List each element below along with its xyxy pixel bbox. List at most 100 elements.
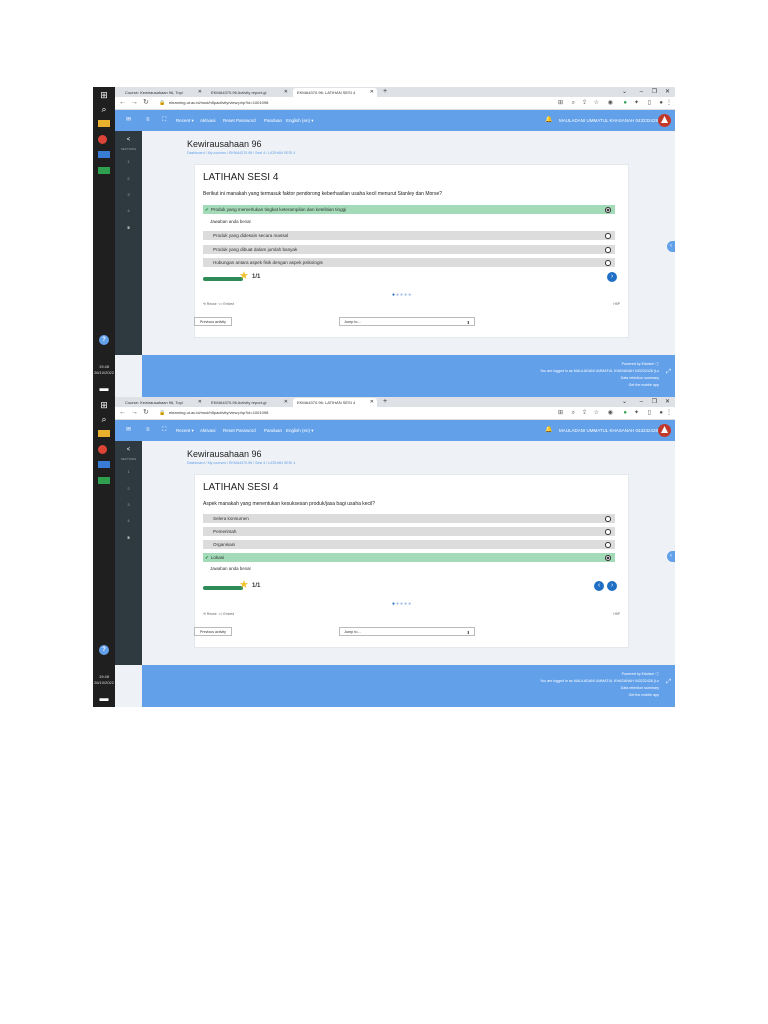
nav-recent[interactable]: Recent ▾ [176, 420, 194, 441]
back-icon[interactable]: ← [119, 98, 126, 108]
drawer-item-4[interactable]: 4 [115, 518, 142, 523]
bookmark-star-icon[interactable]: ☆ [594, 408, 599, 418]
expand-icon[interactable]: ⤢ [666, 679, 671, 686]
maximize-button[interactable]: ❐ [652, 87, 657, 97]
close-button[interactable]: ✕ [665, 87, 670, 97]
answer-option[interactable]: Hubungan antara aspek fisik dengan aspek… [203, 258, 615, 267]
profile-icon[interactable]: ● [659, 408, 663, 418]
drawer-item-2[interactable]: 2 [115, 486, 142, 491]
drawer-item-5[interactable]: 5 [115, 225, 142, 230]
dropdown-icon[interactable]: ⌄ [622, 397, 627, 407]
tab-latihan[interactable]: EKMA4370.96: LATIHAN SESI 4 ✕ [293, 398, 377, 407]
extension-icon[interactable]: ◉ [608, 408, 613, 418]
tab-activity-report[interactable]: EKMA4370.96 Activity report-gi ✕ [207, 88, 291, 97]
notification-bell-icon[interactable]: 🔔 [545, 110, 552, 131]
translate-icon[interactable]: ⊞ [558, 98, 563, 108]
sidepanel-icon[interactable]: ▯ [648, 408, 651, 418]
answer-option[interactable]: Pemerintah [203, 527, 615, 536]
nav-guide[interactable]: Panduan [264, 420, 282, 441]
nav-language[interactable]: English (en) ▾ [286, 420, 314, 441]
hamburger-icon[interactable]: ≡ [146, 110, 150, 131]
user-name[interactable]: MAULADANI UMMATUL KHASANAH 043232428 [559, 420, 658, 441]
breadcrumb[interactable]: Dashboard / My courses / EKMA4370.96 / S… [187, 151, 295, 155]
data-retention-link[interactable]: Data retention summary [621, 686, 659, 690]
url-input[interactable]: elearning.ut.ac.id/mod/h5pactivity/view.… [169, 99, 469, 107]
app-icon[interactable] [98, 151, 110, 158]
nav-activity[interactable]: Aktivasi [200, 420, 216, 441]
drawer-toggle-button[interactable]: ‹ [667, 241, 675, 252]
nav-reset-password[interactable]: Reset Password [223, 110, 256, 131]
notification-icon[interactable]: ▬ [98, 383, 110, 393]
slide-dots[interactable]: ●●●●● [392, 601, 412, 607]
search-icon[interactable]: ⌕ [98, 104, 110, 114]
answer-option[interactable]: Organisasi [203, 540, 615, 549]
drawer-item-1[interactable]: 1 [115, 159, 142, 164]
drawer-close-button[interactable]: < [115, 137, 142, 143]
answer-option[interactable]: Produk yang didesain secara massal [203, 231, 615, 240]
jump-to-select[interactable]: Jump to... ⬍ [339, 317, 475, 326]
puzzle-icon[interactable]: ✦ [634, 98, 639, 108]
nav-activity[interactable]: Aktivasi [200, 110, 216, 131]
menu-icon[interactable]: ⋮ [666, 98, 672, 108]
notification-icon[interactable]: ▬ [98, 693, 110, 703]
chat-icon[interactable]: ✉ [126, 110, 131, 131]
minimize-button[interactable]: – [640, 397, 643, 407]
answer-option-correct[interactable]: ✔ Produk yang memerlukan tingkat keteramp… [203, 205, 615, 214]
lock-icon[interactable]: 🔒 [159, 98, 165, 108]
answer-option[interactable]: Selera konsumen [203, 514, 615, 523]
previous-activity-button[interactable]: Previous activity [194, 317, 232, 326]
share-icon[interactable]: ⇪ [582, 98, 587, 108]
mobile-app-link[interactable]: Get the mobile app [629, 693, 659, 697]
chrome-icon[interactable] [98, 445, 107, 454]
previous-activity-button[interactable]: Previous activity [194, 627, 232, 636]
url-input[interactable]: elearning.ut.ac.id/mod/h5pactivity/view.… [169, 409, 469, 417]
maximize-button[interactable]: ❐ [652, 397, 657, 407]
windows-start-icon[interactable]: ⊞ [98, 400, 110, 410]
slide-dots[interactable]: ●●●●● [392, 292, 412, 298]
tab-activity-report[interactable]: EKMA4370.96 Activity report-gi ✕ [207, 398, 291, 407]
nav-recent[interactable]: Recent ▾ [176, 110, 194, 131]
nav-reset-password[interactable]: Reset Password [223, 420, 256, 441]
data-retention-link[interactable]: Data retention summary [621, 376, 659, 380]
extension-icon[interactable]: ● [623, 98, 627, 108]
reload-icon[interactable]: ↻ [143, 408, 149, 418]
next-question-button[interactable]: › [607, 581, 617, 591]
zoom-icon[interactable]: ⌕ [572, 408, 575, 418]
puzzle-icon[interactable]: ✦ [634, 408, 639, 418]
nav-language[interactable]: English (en) ▾ [286, 110, 314, 131]
zoom-icon[interactable]: ⌕ [572, 98, 575, 108]
lock-icon[interactable]: 🔒 [159, 408, 165, 418]
tab-latihan[interactable]: EKMA4370.96: LATIHAN SESI 4 ✕ [293, 88, 377, 97]
chat-icon[interactable]: ✉ [126, 420, 131, 441]
translate-icon[interactable]: ⊞ [558, 408, 563, 418]
drawer-item-5[interactable]: 5 [115, 535, 142, 540]
close-button[interactable]: ✕ [665, 397, 670, 407]
drawer-item-4[interactable]: 4 [115, 208, 142, 213]
file-explorer-icon[interactable] [98, 120, 110, 127]
reload-icon[interactable]: ↻ [143, 98, 149, 108]
app-icon[interactable] [98, 461, 110, 468]
tab-course[interactable]: Course: Kewirausahaan 96, Topi ✕ [121, 88, 205, 97]
bookmark-star-icon[interactable]: ☆ [594, 98, 599, 108]
jump-to-select[interactable]: Jump to... ⬍ [339, 627, 475, 636]
extension-icon[interactable]: ● [623, 408, 627, 418]
next-question-button[interactable]: › [607, 272, 617, 282]
forward-icon[interactable]: → [131, 98, 138, 108]
answer-option[interactable]: Produk yang dibuat dalam jumlah banyak [203, 245, 615, 254]
excel-icon[interactable] [98, 167, 110, 174]
extension-icon[interactable]: ◉ [608, 98, 613, 108]
previous-question-button[interactable]: ‹ [594, 581, 604, 591]
tab-course[interactable]: Course: Kewirausahaan 96, Topi ✕ [121, 398, 205, 407]
user-name[interactable]: MAULADANI UMMATUL KHASANAH 043232428 [559, 110, 658, 131]
help-button[interactable]: ? [99, 335, 109, 345]
dropdown-icon[interactable]: ⌄ [622, 87, 627, 97]
search-icon[interactable]: ⌕ [98, 414, 110, 424]
notification-bell-icon[interactable]: 🔔 [545, 420, 552, 441]
fullscreen-icon[interactable]: ⛶ [162, 110, 166, 131]
nav-guide[interactable]: Panduan [264, 110, 282, 131]
drawer-item-1[interactable]: 1 [115, 469, 142, 474]
hamburger-icon[interactable]: ≡ [146, 420, 150, 441]
drawer-close-button[interactable]: < [115, 447, 142, 453]
file-explorer-icon[interactable] [98, 430, 110, 437]
share-icon[interactable]: ⇪ [582, 408, 587, 418]
